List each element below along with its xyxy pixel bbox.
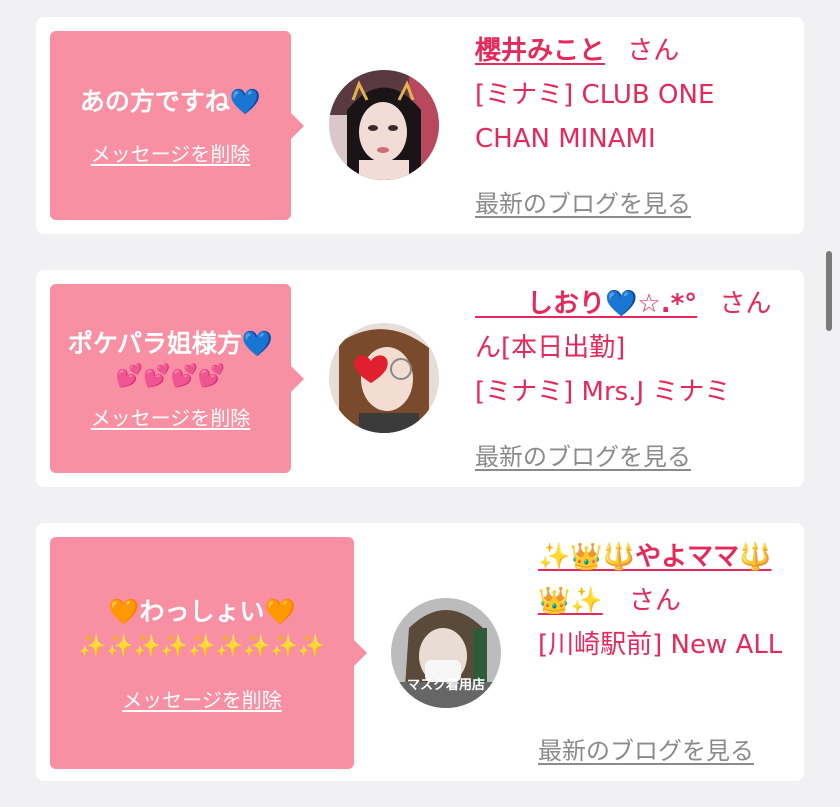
message-bubble: ポケパラ姐様方💙 💕💕💕💕 メッセージを削除 bbox=[50, 284, 304, 473]
honorific: さん bbox=[719, 289, 772, 319]
shop-status: ん[本日出勤] bbox=[475, 333, 626, 363]
shop-name: [ミナミ] Mrs.J ミナミ bbox=[475, 377, 731, 407]
notification-card: あの方ですね💙 メッセージを削除 櫻井みこと さん [ミナミ] CLUB ONE… bbox=[36, 17, 804, 234]
notification-card: 🧡わっしょい🧡 ✨✨✨✨✨✨✨✨✨ メッセージを削除 マスク着用店 ✨👑🔱やよマ… bbox=[36, 523, 804, 781]
user-info: 櫻井みこと さん [ミナミ] CLUB ONE CHAN MINAMI bbox=[475, 29, 785, 161]
message-emoji-line: ✨✨✨✨✨✨✨✨✨ bbox=[78, 633, 326, 659]
user-name-link[interactable]: 櫻井みこと bbox=[475, 36, 605, 66]
message-bubble: 🧡わっしょい🧡 ✨✨✨✨✨✨✨✨✨ メッセージを削除 bbox=[50, 537, 367, 769]
avatar[interactable] bbox=[329, 323, 439, 433]
delete-message-link[interactable]: メッセージを削除 bbox=[91, 138, 251, 167]
user-info: しおり💙☆.*° さん ん[本日出勤] [ミナミ] Mrs.J ミナミ bbox=[475, 282, 775, 414]
delete-message-link[interactable]: メッセージを削除 bbox=[122, 684, 282, 713]
avatar[interactable] bbox=[329, 70, 439, 180]
scrollbar[interactable] bbox=[826, 251, 832, 331]
user-info: ✨👑🔱やよママ🔱👑✨ さん [川崎駅前] New ALL bbox=[538, 535, 788, 667]
message-text: 🧡わっしょい🧡 bbox=[108, 596, 296, 626]
notification-card: ポケパラ姐様方💙 💕💕💕💕 メッセージを削除 しおり💙☆.*° さん ん[本日出… bbox=[36, 270, 804, 487]
message-text: ポケパラ姐様方💙 bbox=[67, 329, 274, 358]
message-text: あの方ですね💙 bbox=[79, 87, 262, 116]
honorific: さん bbox=[627, 36, 680, 66]
honorific: さん bbox=[629, 586, 682, 616]
message-bubble: あの方ですね💙 メッセージを削除 bbox=[50, 31, 304, 220]
shop-name: [川崎駅前] New ALL bbox=[538, 630, 783, 660]
shop-name: [ミナミ] CLUB ONE CHAN MINAMI bbox=[475, 80, 715, 154]
latest-blog-link[interactable]: 最新のブログを見る bbox=[538, 731, 754, 766]
avatar[interactable]: マスク着用店 bbox=[391, 598, 501, 708]
latest-blog-link[interactable]: 最新のブログを見る bbox=[475, 184, 691, 219]
delete-message-link[interactable]: メッセージを削除 bbox=[91, 402, 251, 431]
message-emoji-line: 💕💕💕💕 bbox=[115, 364, 226, 389]
user-name-link[interactable]: ✨👑🔱やよママ🔱👑✨ さん bbox=[538, 535, 788, 623]
latest-blog-link[interactable]: 最新のブログを見る bbox=[475, 437, 691, 472]
user-name-link[interactable]: しおり💙☆.*° bbox=[475, 289, 697, 319]
avatar-caption: マスク着用店 bbox=[406, 678, 485, 693]
